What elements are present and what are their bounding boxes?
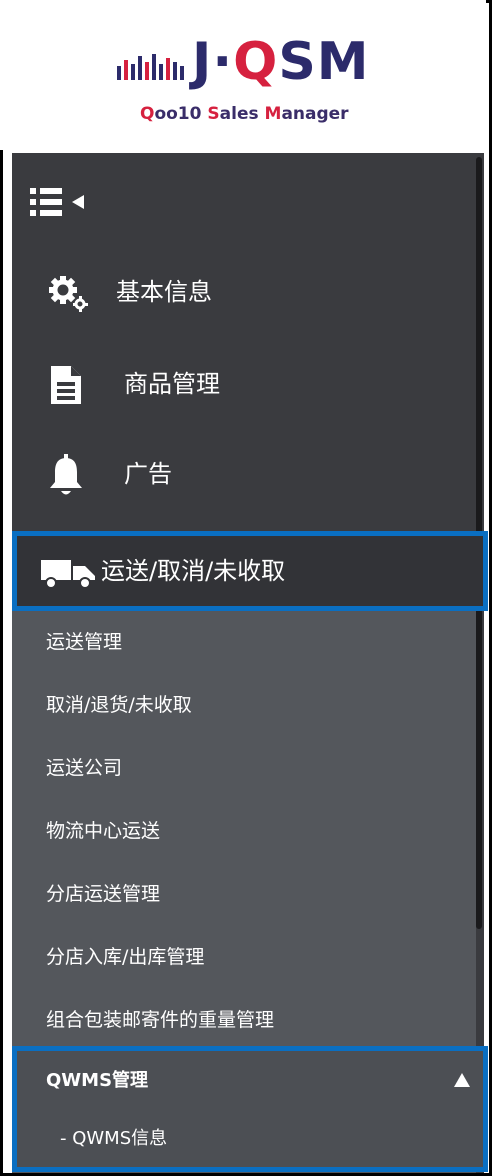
submenu-item-branch-shipping[interactable]: 分店运送管理 [46,877,160,911]
sidebar-item-basic-info[interactable]: 基本信息 [12,252,476,332]
submenu-item-shipping-management[interactable]: 运送管理 [46,625,122,659]
bell-icon [50,454,82,495]
submenu-item-cancel-return[interactable]: 取消/退货/未收取 [46,688,192,722]
document-icon [51,366,81,404]
logo-bars-icon [117,54,184,80]
submenu-item-bundle-weight[interactable]: 组合包装邮寄件的重量管理 [46,1003,274,1037]
sidebar-toggle-button[interactable] [28,180,128,224]
sidebar-item-advertising[interactable]: 广告 [12,434,476,514]
truck-icon [41,560,95,589]
sidebar-item-shipping[interactable]: 运送/取消/未收取 [12,531,488,611]
triangle-up-icon[interactable] [452,1070,472,1090]
sidebar-item-label: 广告 [124,460,172,488]
submenu-item-logistics-center[interactable]: 物流中心运送 [46,814,160,848]
list-collapse-icon [30,188,84,216]
submenu-item-branch-inout[interactable]: 分店入库/出库管理 [46,940,204,974]
logo-tagline: Qoo10 Sales Manager [140,104,349,124]
qwms-management-toggle[interactable]: QWMS管理 [46,1064,148,1098]
submenu-item-shipping-company[interactable]: 运送公司 [46,751,122,785]
sidebar-item-label: 商品管理 [124,370,220,398]
sidebar-item-label: 运送/取消/未收取 [101,557,286,585]
header-logo-area: J·QSM Qoo10 Sales Manager [0,0,486,150]
submenu-item-qwms-info[interactable]: - QWMS信息 [60,1122,167,1156]
gears-icon [49,276,88,312]
logo-wordmark: J·QSM [192,32,370,92]
sidebar-item-product-management[interactable]: 商品管理 [12,344,476,424]
sidebar-item-label: 基本信息 [116,278,212,306]
